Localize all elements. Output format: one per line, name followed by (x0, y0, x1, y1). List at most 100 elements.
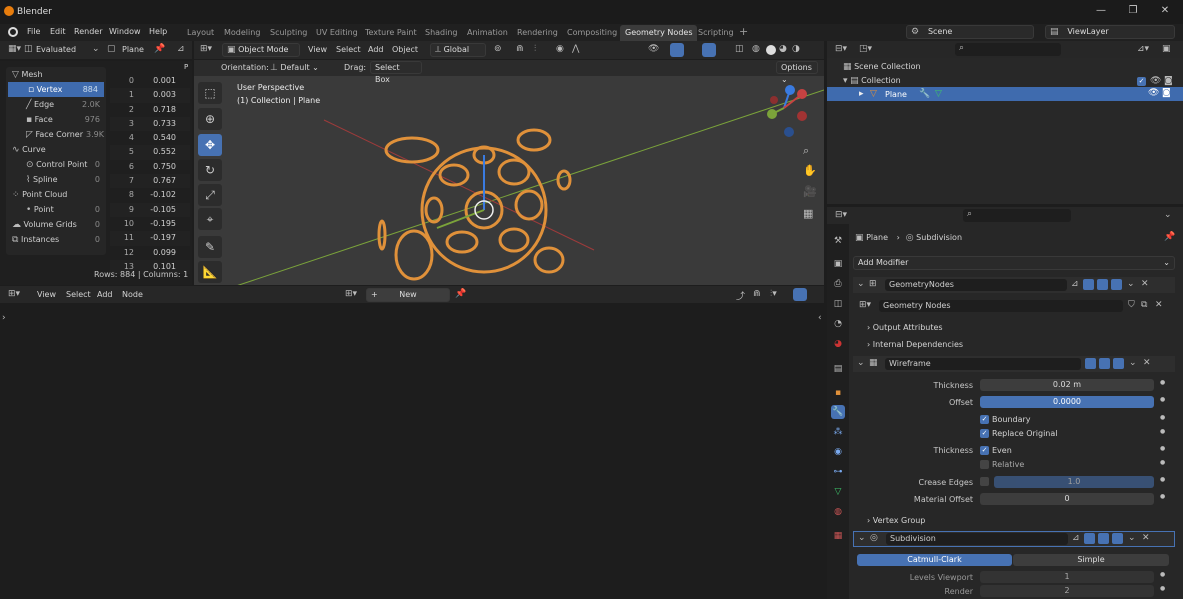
snap-target-icon[interactable]: ⫶ (534, 44, 536, 54)
render-levels-field[interactable]: 2 (980, 585, 1154, 597)
select-box-tool-icon[interactable]: ⬚ (198, 82, 222, 104)
add-modifier-button[interactable]: Add Modifier ⌄ (853, 256, 1175, 270)
mode-selector[interactable]: ▣ Object Mode (222, 43, 300, 57)
menu-view[interactable]: View (37, 290, 56, 299)
menu-object[interactable]: Object (392, 45, 418, 54)
render-toggle-icon[interactable] (1112, 533, 1123, 544)
filter-icon[interactable]: ⊿ (177, 44, 185, 54)
keyframe-dot-icon[interactable]: ● (1160, 396, 1165, 403)
collection-row[interactable]: ▾ ▤ Collection ✓ 👁 ◙ (843, 76, 1183, 86)
navigation-gizmo[interactable] (762, 82, 812, 138)
domain-control-point[interactable]: ⊙ Control Point 0 (6, 157, 106, 172)
snap-icon[interactable]: ⋒ (516, 44, 524, 54)
tab-shading[interactable]: Shading (425, 28, 458, 37)
keyframe-dot-icon[interactable]: ● (1160, 445, 1165, 452)
chevron-down-icon[interactable]: ⌄ (1129, 358, 1137, 368)
measure-tool-icon[interactable]: 📐 (198, 261, 222, 283)
viewport-toggle-icon[interactable] (1098, 533, 1109, 544)
pin-icon[interactable]: 📌 (1164, 232, 1175, 242)
display-mode-icon[interactable]: ◳▾ (859, 44, 872, 54)
tab-modeling[interactable]: Modeling (224, 28, 260, 37)
tab-animation[interactable]: Animation (467, 28, 508, 37)
crease-edges-checkbox[interactable] (980, 477, 989, 486)
particles-tab-icon[interactable]: ⁂ (831, 425, 845, 439)
menu-edit[interactable]: Edit (50, 27, 66, 36)
render-tab-icon[interactable]: ▣ (831, 257, 845, 271)
view-layer-tab-icon[interactable]: ◫ (831, 297, 845, 311)
snap-icon[interactable]: ⋒ (753, 289, 761, 299)
data-tab-icon[interactable]: ▽ (831, 485, 845, 499)
zoom-icon[interactable]: ⌕ (803, 144, 809, 158)
modifier-name-input[interactable]: GeometryNodes (885, 279, 1067, 291)
collection-tab-icon[interactable]: ▤ (831, 362, 845, 376)
cursor-tool-icon[interactable]: ⊕ (198, 108, 222, 130)
catmull-clark-toggle[interactable]: Catmull-Clark (857, 554, 1012, 566)
remove-modifier-icon[interactable]: ✕ (1142, 533, 1150, 543)
edit-mode-toggle-icon[interactable] (1085, 358, 1096, 369)
editor-type-icon[interactable]: ⊞▾ (200, 44, 212, 54)
edit-mode-toggle-icon[interactable] (1083, 279, 1094, 290)
camera-view-icon[interactable]: 🎥 (803, 185, 817, 198)
outliner-search-input[interactable]: ⌕ (955, 43, 1061, 56)
visibility-icon[interactable]: 👁 (648, 44, 659, 54)
modifier-name-input[interactable]: Wireframe (885, 358, 1081, 370)
camera-icon[interactable]: ◙ (1162, 88, 1171, 98)
move-tool-icon[interactable]: ✥ (198, 134, 222, 156)
plane-row[interactable]: ▸ ▽ Plane 🔧 ▽ 👁 ◙ (827, 87, 1183, 101)
scene-collection-row[interactable]: ▦ Scene Collection (843, 62, 921, 72)
editor-type-icon[interactable]: ⊟▾ (835, 210, 847, 220)
chevron-down-icon[interactable]: ⌄ (1127, 279, 1135, 289)
thickness-field[interactable]: 0.02 m (980, 379, 1154, 391)
pivot-icon[interactable]: ⊚ (494, 44, 502, 54)
node-tree-icon[interactable]: ⊞▾ (345, 289, 357, 299)
scene-selector[interactable]: ⚙ Scene (906, 25, 1034, 39)
rendered-shading-icon[interactable]: ◑ (792, 44, 800, 54)
eye-icon[interactable]: 👁 (1150, 76, 1161, 86)
modifier-tab-icon[interactable]: 🔧 (831, 405, 845, 419)
minimize-icon[interactable]: — (1093, 5, 1109, 19)
falloff-icon[interactable]: ⋀ (572, 44, 579, 54)
orientation-select[interactable]: ⊥ Default ⌄ (270, 63, 319, 73)
rotate-tool-icon[interactable]: ↻ (198, 159, 222, 181)
tab-uv-editing[interactable]: UV Editing (316, 28, 358, 37)
menu-file[interactable]: File (27, 27, 40, 36)
boundary-checkbox[interactable]: ✓ (980, 415, 989, 424)
menu-render[interactable]: Render (74, 27, 102, 36)
constraints-tab-icon[interactable]: ⊶ (831, 465, 845, 479)
tab-layout[interactable]: Layout (187, 28, 214, 37)
keyframe-dot-icon[interactable]: ● (1160, 571, 1165, 578)
geometry-nodes-modifier-header[interactable]: ⌄ ⊞ GeometryNodes ⊿ ⌄ ✕ (853, 277, 1175, 293)
editor-type-icon[interactable]: ⊟▾ (835, 44, 847, 54)
evaluation-mode[interactable]: Evaluated (36, 45, 76, 54)
filter-icon[interactable]: ⊿▾ (1137, 44, 1149, 54)
domain-vertex[interactable]: ▫ Vertex 884 (8, 82, 104, 97)
filter-icon[interactable]: ⊿ (1072, 533, 1080, 543)
menu-view[interactable]: View (308, 45, 327, 54)
overlay-toggle-icon[interactable] (702, 43, 716, 57)
tab-rendering[interactable]: Rendering (517, 28, 558, 37)
options-button[interactable]: Options ⌄ (776, 61, 818, 84)
tab-scripting[interactable]: Scripting (698, 28, 734, 37)
keyframe-dot-icon[interactable]: ● (1160, 493, 1165, 500)
parent-node-icon[interactable]: ⤴ (736, 289, 745, 302)
fake-user-shield-icon[interactable]: ⛉ (1128, 300, 1135, 310)
object-tab-icon[interactable]: ▪ (831, 386, 845, 400)
collection-exclude-checkbox[interactable]: ✓ (1137, 77, 1146, 86)
world-tab-icon[interactable]: ◕ (831, 337, 845, 351)
domain-instances[interactable]: ⧉ Instances 0 (6, 232, 106, 247)
tab-geometry-nodes[interactable]: Geometry Nodes (620, 25, 698, 41)
chevron-down-icon[interactable]: ⌄ (1128, 533, 1136, 543)
camera-icon[interactable]: ◙ (1164, 76, 1173, 86)
domain-edge[interactable]: ╱ Edge 2.0K (6, 97, 106, 112)
material-tab-icon[interactable]: ◍ (831, 505, 845, 519)
domain-volume-grids[interactable]: ☁ Volume Grids 0 (6, 217, 106, 232)
viewport-toggle-icon[interactable] (1099, 358, 1110, 369)
menu-node[interactable]: Node (122, 290, 143, 299)
relative-checkbox[interactable] (980, 460, 989, 469)
sidebar-expand-icon[interactable]: ‹ (818, 313, 822, 323)
even-checkbox[interactable]: ✓ (980, 446, 989, 455)
close-icon[interactable]: ✕ (1157, 5, 1173, 19)
offset-field[interactable]: 0.0000 (980, 396, 1154, 408)
maximize-icon[interactable]: ❐ (1125, 5, 1141, 19)
vertex-group-panel[interactable]: › Vertex Group (867, 516, 925, 525)
